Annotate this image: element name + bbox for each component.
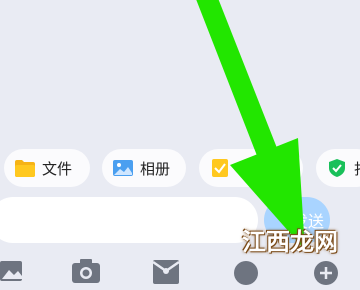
files-chip-label: 文件 [42,159,73,178]
favorites-chip-label: 收藏 [237,159,268,178]
message-input[interactable] [0,197,258,243]
scan-chip-label: 扫 [354,158,360,179]
photo-icon [113,160,133,176]
annotation-arrow [196,0,305,250]
scan-chip[interactable]: 扫 [316,149,360,187]
files-chip[interactable]: 文件 [4,149,90,187]
favorites-icon [212,159,228,177]
favorites-chip[interactable]: 收藏 [199,149,303,187]
red-packet-icon[interactable] [151,256,181,286]
folder-icon [15,160,35,177]
camera-icon[interactable] [71,256,101,286]
send-button[interactable]: 发送 [264,197,330,243]
emoji-icon[interactable] [231,256,261,286]
album-chip[interactable]: 相册 [102,149,186,187]
shield-check-icon [329,159,345,177]
plus-icon[interactable] [311,256,341,286]
send-button-label: 发送 [291,212,324,231]
image-icon[interactable] [0,256,30,286]
album-chip-label: 相册 [140,159,171,178]
